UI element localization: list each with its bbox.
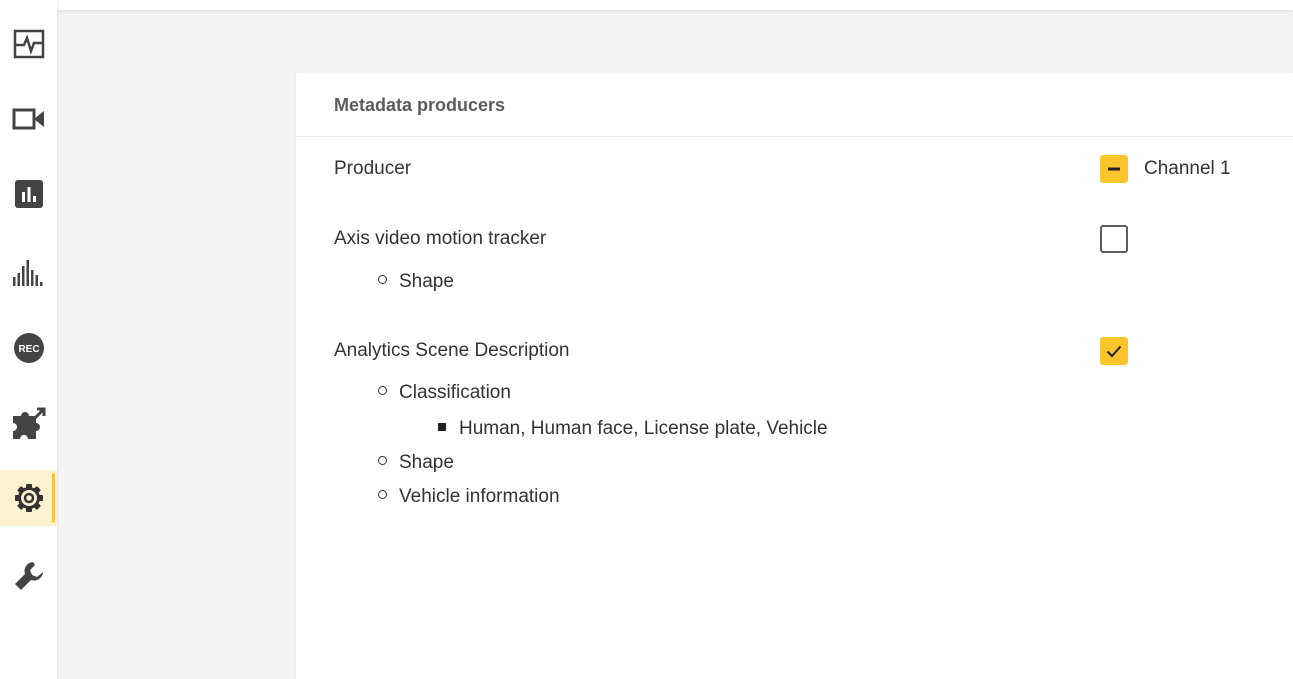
recording-icon: REC <box>13 333 44 363</box>
sidebar-item-recordings[interactable]: REC <box>0 320 57 376</box>
bullet-circle-icon <box>378 386 387 396</box>
list-item-text: Vehicle information <box>399 486 560 507</box>
channel-select-all-checkbox[interactable] <box>1100 155 1128 183</box>
checkmark-icon <box>1106 345 1122 358</box>
sidebar-item-analytics[interactable] <box>0 166 57 222</box>
list-item: Shape <box>378 452 454 474</box>
bullet-square-icon <box>438 422 446 431</box>
sidebar-item-audio[interactable] <box>0 245 57 301</box>
list-item: Human, Human face, License plate, Vehicl… <box>438 418 828 440</box>
minus-icon <box>1108 167 1120 171</box>
list-item: Classification <box>378 382 511 404</box>
channel-label: Channel 1 <box>1144 158 1231 179</box>
sidebar-nav: REC <box>0 0 57 679</box>
puzzle-apps-icon <box>12 407 45 439</box>
bullet-circle-icon <box>378 275 387 285</box>
metadata-producers-card: Metadata producers Producer Channel 1 Ax… <box>296 73 1293 679</box>
list-item: Vehicle information <box>378 486 560 508</box>
list-item-text: Classification <box>399 382 511 403</box>
list-item: Shape <box>378 271 454 293</box>
activity-monitor-icon <box>13 29 44 59</box>
sidebar-item-apps[interactable] <box>0 395 57 451</box>
bar-chart-icon <box>14 180 43 208</box>
classification-values: Human, Human face, License plate, Vehicl… <box>459 418 828 439</box>
gear-settings-icon <box>14 484 43 512</box>
motion-tracker-checkbox[interactable] <box>1100 225 1128 253</box>
audio-levels-icon <box>12 260 42 286</box>
producer-name: Axis video motion tracker <box>334 228 547 249</box>
wrench-maintenance-icon <box>14 562 43 590</box>
sidebar-item-system[interactable] <box>0 470 57 526</box>
scene-description-checkbox[interactable] <box>1100 337 1128 365</box>
card-header: Metadata producers <box>296 73 1293 137</box>
list-item-text: Shape <box>399 452 454 473</box>
list-item-text: Shape <box>399 271 454 292</box>
sidebar-item-maintenance[interactable] <box>0 548 57 604</box>
producer-name: Analytics Scene Description <box>334 340 570 361</box>
top-bar <box>57 0 1293 10</box>
video-camera-icon <box>12 108 44 130</box>
bullet-circle-icon <box>378 456 387 466</box>
card-title: Metadata producers <box>334 95 506 115</box>
sidebar-item-status[interactable] <box>0 16 57 72</box>
producer-column-header: Producer <box>334 158 412 179</box>
sidebar-item-video[interactable] <box>0 91 57 147</box>
active-indicator <box>52 473 55 523</box>
rec-label: REC <box>18 344 39 355</box>
bullet-circle-icon <box>378 490 387 500</box>
